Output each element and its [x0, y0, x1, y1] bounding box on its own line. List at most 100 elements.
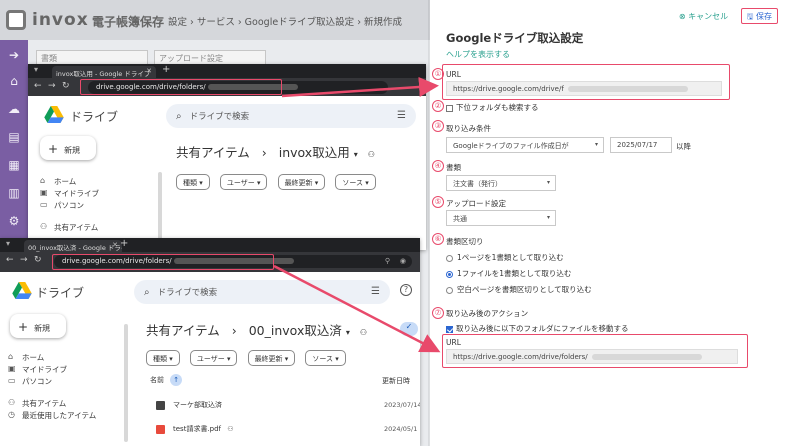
- new-button[interactable]: + 新規: [10, 314, 66, 338]
- invox-logo-text: invox: [32, 10, 89, 30]
- nav-recent[interactable]: ◷ 最近使用したアイテム: [6, 410, 96, 422]
- chip-modified[interactable]: 最終更新 ▾: [277, 174, 326, 190]
- checkbox-checked-icon[interactable]: [446, 325, 453, 333]
- radio-selected-icon[interactable]: [446, 270, 453, 278]
- step-marker-6: ⑥: [432, 233, 444, 245]
- new-tab-icon[interactable]: +: [162, 64, 170, 75]
- cloud-upload-icon[interactable]: ☁: [7, 102, 21, 116]
- crumb-folder[interactable]: 00_invox取込済: [249, 323, 342, 338]
- browser-window-processed-folder: ▾ 00_invox取込済 - Google ドライブ ✕ + ← → ↻ dr…: [0, 238, 420, 446]
- chip-modified[interactable]: 最終更新 ▾: [247, 350, 296, 366]
- filter-chips: 種類 ▾ ユーザー ▾ 最終更新 ▾ ソース ▾: [176, 170, 381, 190]
- eye-off-icon[interactable]: ◉: [400, 257, 406, 265]
- drive-nav: ⌂ ホーム ▣ マイドライブ ▭ パソコン ⚇ 共有アイテム ◷ 最近使用したアイテム: [6, 352, 96, 422]
- close-icon[interactable]: ✕: [146, 67, 152, 75]
- condition-date-input[interactable]: 2025/07/17: [610, 137, 672, 153]
- people-icon: ⚇: [8, 398, 16, 407]
- move-after-import-checkbox[interactable]: 取り込み後に以下のフォルダにファイルを移動する: [446, 323, 629, 334]
- crumb-root[interactable]: 共有アイテム: [146, 323, 220, 338]
- nav-label: マイドライブ: [54, 189, 99, 198]
- computer-icon: ▭: [8, 376, 16, 385]
- collapse-arrow-icon[interactable]: ➔: [7, 48, 21, 62]
- reload-icon[interactable]: ↻: [62, 81, 70, 91]
- browser-tab-bar: ▾ 00_invox取込済 - Google ドライブ ✕ +: [0, 238, 420, 252]
- nav-home[interactable]: ⌂ ホーム: [6, 352, 96, 364]
- browser-tab[interactable]: 00_invox取込済 - Google ドライブ ✕: [24, 240, 122, 252]
- cancel-button[interactable]: ⊗ キャンセル: [679, 12, 728, 21]
- view-toggle-check-icon[interactable]: ✓: [400, 322, 418, 336]
- browser-address-bar: ← → ↻ drive.google.com/drive/folders/: [28, 78, 426, 96]
- browser-tab[interactable]: invox取込用 - Google ドライブ ✕: [52, 66, 156, 78]
- back-icon[interactable]: ←: [34, 81, 42, 91]
- split-option-blank[interactable]: 空白ページを書類区切りとして取り込む: [446, 284, 592, 295]
- split-option-page[interactable]: 1ページを1書類として取り込む: [446, 252, 564, 263]
- gear-icon[interactable]: ⚙: [7, 214, 21, 228]
- new-tab-icon[interactable]: +: [120, 238, 128, 249]
- chevron-down-icon: ▾: [546, 179, 550, 186]
- filter-icon[interactable]: ☰: [371, 286, 380, 297]
- column-name-header[interactable]: 名前 ↑: [150, 374, 183, 386]
- tab-title: 00_invox取込済 - Google ドライブ: [28, 244, 122, 252]
- people-icon: ⚇: [367, 150, 375, 159]
- split-option-file[interactable]: 1ファイルを1書類として取り込む: [446, 268, 571, 279]
- tab-menu-icon[interactable]: ▾: [34, 65, 38, 74]
- chip-source[interactable]: ソース ▾: [305, 350, 346, 366]
- doc-label: 書類: [446, 163, 461, 172]
- column-updated-header[interactable]: 更新日時: [382, 376, 410, 386]
- nav-computers[interactable]: ▭ パソコン: [6, 376, 96, 388]
- nav-home[interactable]: ⌂ ホーム: [38, 176, 99, 188]
- doc-select[interactable]: 注文書（発行） ▾: [446, 175, 556, 191]
- sort-arrow-icon[interactable]: ↑: [170, 374, 183, 386]
- nav-my-drive[interactable]: ▣ マイドライブ: [38, 188, 99, 200]
- drive-search-input[interactable]: ⌕ ドライブで検索 ☰: [134, 280, 390, 304]
- help-link[interactable]: ヘルプを表示する: [446, 49, 510, 60]
- chevron-down-icon[interactable]: ▾: [346, 328, 350, 337]
- subfolder-checkbox[interactable]: 下位フォルダも検索する: [446, 102, 539, 113]
- crumb-folder[interactable]: invox取込用: [279, 145, 350, 160]
- chip-type[interactable]: 種類 ▾: [176, 174, 210, 190]
- chevron-down-icon[interactable]: ▾: [354, 150, 358, 159]
- help-icon[interactable]: ?: [400, 284, 412, 296]
- radio-icon[interactable]: [446, 254, 453, 262]
- reload-icon[interactable]: ↻: [34, 255, 42, 265]
- nav-computers[interactable]: ▭ パソコン: [38, 200, 99, 212]
- condition-select[interactable]: Googleドライブのファイル作成日が ▾: [446, 137, 604, 153]
- nav-shared[interactable]: ⚇ 共有アイテム: [6, 398, 96, 410]
- checkbox-icon[interactable]: [446, 104, 453, 112]
- document-export-icon[interactable]: ▦: [7, 158, 21, 172]
- home-icon[interactable]: ⌂: [7, 74, 21, 88]
- drive-title: ドライブ: [70, 110, 119, 124]
- tab-menu-icon[interactable]: ▾: [6, 239, 10, 248]
- filter-icon[interactable]: ☰: [397, 110, 406, 121]
- drive-title: ドライブ: [36, 286, 85, 300]
- drive-search-input[interactable]: ⌕ ドライブで検索 ☰: [166, 104, 416, 128]
- chip-user[interactable]: ユーザー ▾: [189, 350, 238, 366]
- chart-icon[interactable]: ▥: [7, 186, 21, 200]
- radio-icon[interactable]: [446, 286, 453, 294]
- file-row[interactable]: マーケ部取込済: [156, 400, 222, 410]
- save-button[interactable]: 🖫 保存: [740, 8, 778, 24]
- close-icon[interactable]: ✕: [112, 241, 118, 249]
- file-row[interactable]: test請求書.pdf ⚇: [156, 424, 234, 434]
- nav-my-drive[interactable]: ▣ マイドライブ: [6, 364, 96, 376]
- chip-type[interactable]: 種類 ▾: [146, 350, 180, 366]
- crumb-root[interactable]: 共有アイテム: [176, 145, 250, 160]
- drive-header: ドライブ ⌕ ドライブで検索 ☰ ?: [0, 272, 420, 310]
- nav-shared[interactable]: ⚇ 共有アイテム: [38, 222, 99, 234]
- url-highlight-box: [80, 79, 282, 95]
- nav-scrollbar[interactable]: [158, 172, 162, 242]
- nav-scrollbar[interactable]: [124, 324, 128, 442]
- move-url-highlight: [442, 334, 748, 368]
- forward-icon[interactable]: →: [48, 81, 56, 91]
- new-button[interactable]: + 新規: [40, 136, 96, 160]
- back-icon[interactable]: ←: [6, 255, 14, 265]
- extension-icon[interactable]: ⚲: [385, 257, 390, 265]
- chip-user[interactable]: ユーザー ▾: [219, 174, 268, 190]
- invox-logo-subtitle: 電子帳簿保存: [92, 15, 165, 29]
- page-title: Googleドライブ取込設定: [446, 31, 584, 45]
- forward-icon[interactable]: →: [20, 255, 28, 265]
- chip-source[interactable]: ソース ▾: [335, 174, 376, 190]
- document-icon[interactable]: ▤: [7, 130, 21, 144]
- upload-select[interactable]: 共通 ▾: [446, 210, 556, 226]
- folder-breadcrumb: 共有アイテム › invox取込用 ▾ ⚇: [176, 142, 375, 161]
